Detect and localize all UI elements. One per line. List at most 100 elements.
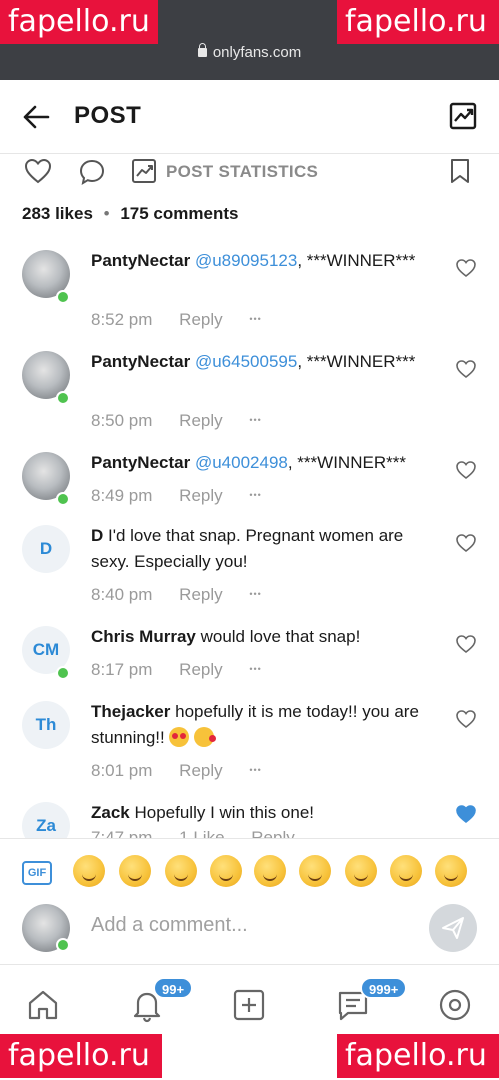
avatar[interactable]: D bbox=[22, 525, 70, 573]
reply-button[interactable]: Reply bbox=[251, 828, 294, 838]
url-text: onlyfans.com bbox=[212, 44, 302, 61]
beaming-emoji-button[interactable] bbox=[254, 855, 286, 887]
post-actions: POST STATISTICS bbox=[0, 154, 499, 194]
reply-button[interactable]: Reply bbox=[179, 585, 222, 604]
more-options-icon[interactable]: ••• bbox=[249, 664, 261, 674]
smiling-blush-emoji-button[interactable] bbox=[119, 855, 151, 887]
comment-time: 8:52 pm bbox=[91, 310, 153, 329]
back-arrow-icon[interactable] bbox=[22, 104, 50, 130]
gif-icon[interactable]: GIF bbox=[22, 861, 52, 885]
reply-button[interactable]: Reply bbox=[179, 761, 222, 780]
comment-mention[interactable]: @u89095123 bbox=[195, 251, 297, 270]
comment-time: 8:40 pm bbox=[91, 585, 153, 604]
post-statistics-label[interactable]: POST STATISTICS bbox=[166, 162, 318, 182]
likes-comments-count: 283 likes • 175 comments bbox=[22, 204, 238, 224]
online-indicator bbox=[56, 492, 70, 506]
notifications-badge: 99+ bbox=[153, 977, 194, 999]
online-indicator bbox=[56, 290, 70, 304]
comment-username[interactable]: PantyNectar bbox=[91, 352, 190, 371]
comment-username[interactable]: D bbox=[91, 526, 103, 545]
comments-count[interactable]: 175 comments bbox=[120, 204, 238, 223]
comment-like-heart-icon[interactable] bbox=[455, 460, 477, 480]
comment-time: 8:17 pm bbox=[91, 660, 153, 679]
online-indicator bbox=[56, 938, 70, 952]
more-options-icon[interactable]: ••• bbox=[249, 589, 261, 599]
comment-username[interactable]: Thejacker bbox=[91, 702, 170, 721]
sweat-smile-emoji-button[interactable] bbox=[435, 855, 467, 887]
comment-like-heart-icon[interactable] bbox=[455, 359, 477, 379]
heart-eyes-emoji-button[interactable] bbox=[73, 855, 105, 887]
more-options-icon[interactable]: ••• bbox=[249, 415, 261, 425]
comment-item: Za Zack Hopefully I win this one! 7:47 p… bbox=[0, 800, 499, 838]
profile-icon[interactable] bbox=[437, 987, 473, 1023]
grin-emoji-button[interactable] bbox=[390, 855, 422, 887]
watermark-bottom-right: fapello.ru bbox=[337, 1034, 499, 1078]
grinning-emoji-button[interactable] bbox=[210, 855, 242, 887]
lock-icon bbox=[197, 43, 207, 57]
more-options-icon[interactable]: ••• bbox=[249, 490, 261, 500]
reply-button[interactable]: Reply bbox=[179, 411, 222, 430]
heart-eyes-emoji-icon bbox=[169, 727, 190, 747]
home-icon[interactable] bbox=[25, 987, 61, 1023]
post-statistics-icon[interactable] bbox=[131, 158, 157, 184]
more-options-icon[interactable]: ••• bbox=[249, 314, 261, 324]
comment-item: PantyNectar @u4002498, ***WINNER*** 8:49… bbox=[0, 450, 499, 515]
comment-like-count[interactable]: 1 Like bbox=[179, 828, 224, 838]
comment-text: Zack Hopefully I win this one! bbox=[91, 800, 441, 826]
comment-liked-heart-icon[interactable] bbox=[455, 804, 477, 824]
comment-item: CM Chris Murray would love that snap! 8:… bbox=[0, 624, 499, 689]
url-bar[interactable]: onlyfans.com bbox=[0, 43, 499, 61]
comment-username[interactable]: PantyNectar bbox=[91, 251, 190, 270]
comment-text: PantyNectar @u4002498, ***WINNER*** bbox=[91, 450, 451, 476]
comment-item: PantyNectar @u64500595, ***WINNER*** 8:5… bbox=[0, 349, 499, 439]
comment-body: would love that snap! bbox=[195, 627, 361, 646]
comment-text: D I'd love that snap. Pregnant women are… bbox=[91, 523, 441, 575]
comment-time: 8:49 pm bbox=[91, 486, 153, 505]
tears-of-joy-emoji-button[interactable] bbox=[299, 855, 331, 887]
reply-button[interactable]: Reply bbox=[179, 486, 222, 505]
post-header: POST bbox=[0, 80, 499, 154]
comment-bubble-icon[interactable] bbox=[78, 158, 106, 186]
comment-meta: 7:47 pm 1 Like Reply bbox=[91, 828, 317, 838]
comment-body: , ***WINNER*** bbox=[297, 251, 416, 270]
avatar[interactable]: Za bbox=[22, 802, 70, 838]
comment-like-heart-icon[interactable] bbox=[455, 634, 477, 654]
comment-body: , ***WINNER*** bbox=[287, 453, 406, 472]
online-indicator bbox=[56, 666, 70, 680]
comment-meta: 8:40 pm Reply ••• bbox=[91, 585, 284, 605]
comment-composer bbox=[0, 902, 499, 964]
kissing-heart-emoji-icon bbox=[194, 727, 217, 747]
emoji-quick-bar: GIF bbox=[0, 838, 499, 902]
comment-username[interactable]: Chris Murray bbox=[91, 627, 196, 646]
comment-username[interactable]: Zack bbox=[91, 803, 130, 822]
comment-body: I'd love that snap. Pregnant women are s… bbox=[91, 526, 404, 571]
comment-username[interactable]: PantyNectar bbox=[91, 453, 190, 472]
more-options-icon[interactable]: ••• bbox=[249, 765, 261, 775]
comments-list: PantyNectar @u89095123, ***WINNER*** 8:5… bbox=[0, 240, 499, 838]
smiley-emoji-button[interactable] bbox=[345, 855, 377, 887]
avatar[interactable]: Th bbox=[22, 701, 70, 749]
messages-badge: 999+ bbox=[360, 977, 408, 999]
comment-text: PantyNectar @u89095123, ***WINNER*** bbox=[91, 248, 441, 274]
comment-mention[interactable]: @u4002498 bbox=[195, 453, 288, 472]
comment-text: PantyNectar @u64500595, ***WINNER*** bbox=[91, 349, 441, 375]
statistics-icon[interactable] bbox=[449, 102, 477, 130]
reply-button[interactable]: Reply bbox=[179, 660, 222, 679]
add-post-icon[interactable] bbox=[231, 987, 267, 1023]
comment-item: D D I'd love that snap. Pregnant women a… bbox=[0, 523, 499, 613]
like-heart-icon[interactable] bbox=[24, 158, 52, 184]
yum-emoji-button[interactable] bbox=[165, 855, 197, 887]
comment-time: 8:50 pm bbox=[91, 411, 153, 430]
reply-button[interactable]: Reply bbox=[179, 310, 222, 329]
comment-body: Hopefully I win this one! bbox=[129, 803, 315, 822]
send-button[interactable] bbox=[429, 904, 477, 952]
likes-count[interactable]: 283 likes bbox=[22, 204, 93, 223]
comment-like-heart-icon[interactable] bbox=[455, 709, 477, 729]
bookmark-icon[interactable] bbox=[449, 158, 471, 184]
comment-input[interactable] bbox=[91, 914, 411, 937]
comment-like-heart-icon[interactable] bbox=[455, 533, 477, 553]
comment-time: 7:47 pm bbox=[91, 828, 153, 838]
comment-mention[interactable]: @u64500595 bbox=[195, 352, 297, 371]
comment-like-heart-icon[interactable] bbox=[455, 258, 477, 278]
watermark-top-right: fapello.ru bbox=[337, 0, 499, 44]
